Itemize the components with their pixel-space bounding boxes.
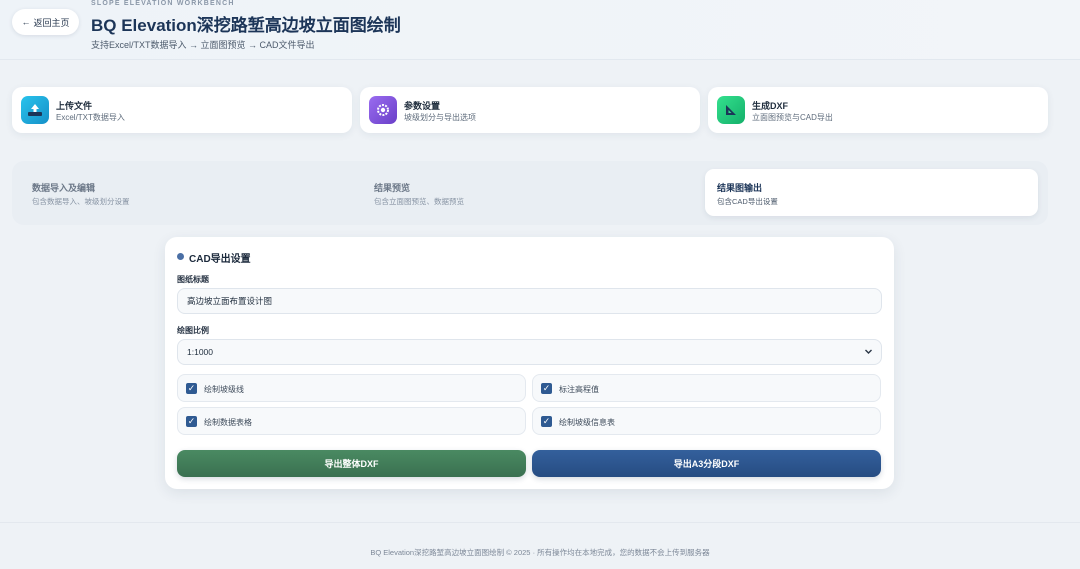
checkbox-checked-icon: ✓ bbox=[186, 383, 197, 394]
page-eyebrow: SLOPE ELEVATION WORKBENCH bbox=[91, 0, 235, 7]
chevron-down-icon bbox=[865, 349, 872, 354]
step-desc: 立面图预览与CAD导出 bbox=[752, 113, 833, 122]
tab-result-output[interactable]: 结果图输出 包含CAD导出设置 bbox=[705, 169, 1038, 216]
checkbox-mark-elevation[interactable]: ✓ 标注高程值 bbox=[532, 374, 881, 402]
page-header: ← 返回主页 SLOPE ELEVATION WORKBENCH BQ Elev… bbox=[0, 0, 1080, 60]
upload-icon bbox=[21, 96, 49, 124]
tab-desc: 包含立面图预览、数据预览 bbox=[374, 197, 464, 206]
page-subtitle: 支持Excel/TXT数据导入 → 立面图预览 → CAD文件导出 bbox=[91, 40, 315, 50]
drawing-title-input[interactable]: 高边坡立面布置设计图 bbox=[177, 288, 882, 314]
checkbox-draw-data-table[interactable]: ✓ 绘制数据表格 bbox=[177, 407, 526, 435]
tab-desc: 包含数据导入、坡级划分设置 bbox=[32, 197, 130, 206]
scale-value: 1:1000 bbox=[187, 347, 213, 357]
cad-export-panel: CAD导出设置 图纸标题 高边坡立面布置设计图 绘图比例 1:1000 ✓ 绘制… bbox=[165, 237, 894, 489]
tab-title: 数据导入及编辑 bbox=[32, 183, 96, 193]
checkbox-draw-slope-info-table[interactable]: ✓ 绘制坡级信息表 bbox=[532, 407, 881, 435]
step-desc: Excel/TXT数据导入 bbox=[56, 113, 125, 122]
scale-label: 绘图比例 bbox=[177, 326, 209, 335]
checkbox-checked-icon: ✓ bbox=[186, 416, 197, 427]
step-title: 参数设置 bbox=[404, 101, 441, 111]
section-dot-icon bbox=[177, 253, 184, 260]
arrow-left-icon: ← bbox=[21, 17, 31, 27]
export-full-dxf-button[interactable]: 导出整体DXF bbox=[177, 450, 526, 477]
step-title: 生成DXF bbox=[752, 101, 789, 111]
tab-desc: 包含CAD导出设置 bbox=[717, 197, 778, 206]
step-card-params: 参数设置 坡级划分与导出选项 bbox=[360, 87, 700, 133]
tab-data-import[interactable]: 数据导入及编辑 包含数据导入、坡级划分设置 bbox=[20, 169, 353, 216]
step-card-dxf: 生成DXF 立面图预览与CAD导出 bbox=[708, 87, 1048, 133]
checkbox-label: 标注高程值 bbox=[559, 385, 599, 394]
drawing-title-value: 高边坡立面布置设计图 bbox=[187, 296, 273, 306]
checkbox-label: 绘制坡级线 bbox=[204, 385, 244, 394]
step-title: 上传文件 bbox=[56, 101, 93, 111]
tab-title: 结果图输出 bbox=[717, 183, 763, 193]
tab-title: 结果预览 bbox=[374, 183, 411, 193]
export-a3-dxf-button[interactable]: 导出A3分段DXF bbox=[532, 450, 881, 477]
drawing-title-label: 图纸标题 bbox=[177, 275, 209, 284]
back-home-label: 返回主页 bbox=[33, 17, 70, 28]
checkbox-checked-icon: ✓ bbox=[541, 416, 552, 427]
page-title: BQ Elevation深挖路堑高边坡立面图绘制 bbox=[91, 16, 401, 35]
step-desc: 坡级划分与导出选项 bbox=[404, 113, 476, 122]
panel-title: CAD导出设置 bbox=[189, 254, 251, 265]
checkbox-label: 绘制数据表格 bbox=[204, 418, 252, 427]
scale-select[interactable]: 1:1000 bbox=[177, 339, 882, 365]
gear-icon bbox=[369, 96, 397, 124]
step-card-upload: 上传文件 Excel/TXT数据导入 bbox=[12, 87, 352, 133]
back-home-button[interactable]: ← 返回主页 bbox=[12, 9, 79, 35]
checkbox-label: 绘制坡级信息表 bbox=[559, 418, 615, 427]
footer-text: BQ Elevation深挖路堑高边坡立面图绘制 © 2025 · 所有操作均在… bbox=[370, 548, 710, 557]
checkbox-checked-icon: ✓ bbox=[541, 383, 552, 394]
checkbox-draw-slope-lines[interactable]: ✓ 绘制坡级线 bbox=[177, 374, 526, 402]
triangle-ruler-icon bbox=[717, 96, 745, 124]
tab-result-preview[interactable]: 结果预览 包含立面图预览、数据预览 bbox=[362, 169, 695, 216]
tab-bar: 数据导入及编辑 包含数据导入、坡级划分设置 结果预览 包含立面图预览、数据预览 … bbox=[12, 161, 1048, 225]
footer-divider bbox=[0, 522, 1080, 523]
